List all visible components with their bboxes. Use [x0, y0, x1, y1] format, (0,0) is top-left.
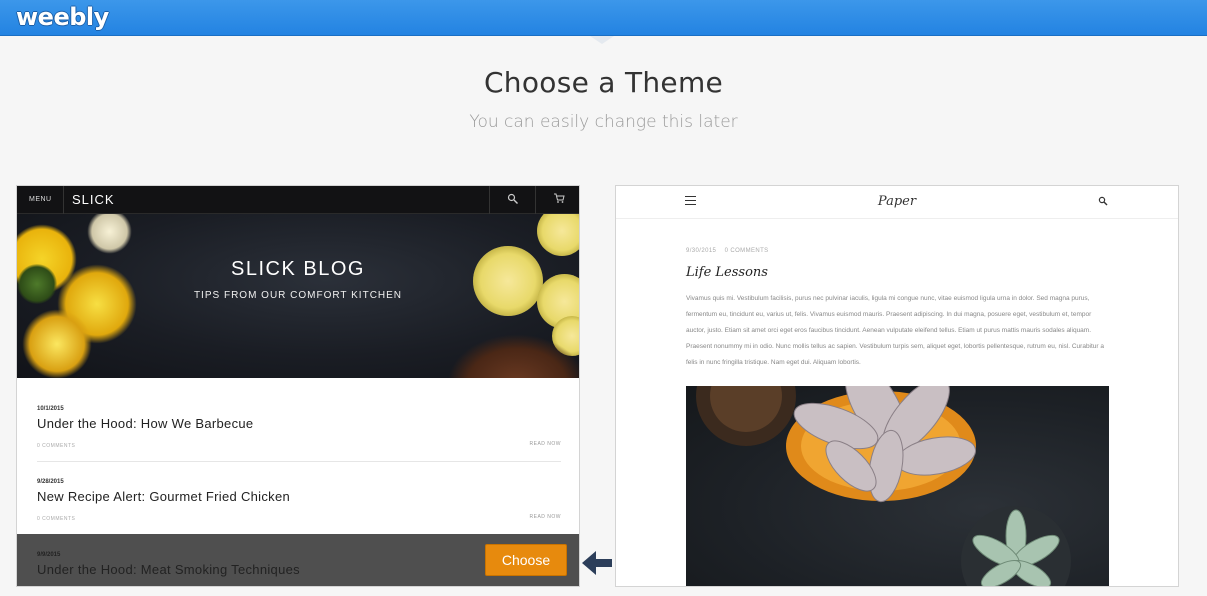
- paper-brand: Paper: [877, 194, 917, 209]
- paper-post-body: Vivamus quis mi. Vestibulum facilisis, p…: [686, 295, 1105, 366]
- page-title: Choose a Theme: [483, 66, 724, 99]
- weebly-logo[interactable]: weebly: [16, 3, 109, 31]
- slick-hero-subtitle: TIPS FROM OUR COMFORT KITCHEN: [193, 290, 403, 301]
- flower-image: [22, 309, 92, 378]
- slick-brand: SLICK: [72, 192, 115, 207]
- succulent-image: [686, 386, 1109, 586]
- search-icon: [507, 193, 519, 208]
- search-icon: [1098, 196, 1108, 208]
- slick-hero-image: SLICK BLOG TIPS FROM OUR COMFORT KITCHEN: [17, 214, 579, 378]
- post-comments: 0 COMMENTS: [724, 248, 769, 254]
- blog-post-item: 10/1/2015 Under the Hood: How We Barbecu…: [37, 406, 561, 449]
- page-subtitle: You can easily change this later: [469, 112, 738, 132]
- paper-post-meta: 9/30/2015 0 COMMENTS: [686, 248, 769, 254]
- theme-card-paper[interactable]: Paper 9/30/2015 0 COMMENTS Life Lessons …: [615, 185, 1179, 587]
- top-bar: weebly: [0, 0, 1207, 36]
- lemon-slice-image: [473, 246, 543, 316]
- nav-divider: [489, 186, 490, 214]
- choose-theme-button[interactable]: Choose: [485, 544, 567, 576]
- post-date: 10/1/2015: [37, 406, 64, 412]
- paper-post-title: Life Lessons: [686, 265, 768, 280]
- slick-nav-bar: MENU SLICK: [17, 186, 579, 214]
- blog-post-item: 9/28/2015 New Recipe Alert: Gourmet Frie…: [37, 479, 561, 522]
- flower-image: [87, 214, 132, 254]
- blog-post-item: 9/9/2015 Under the Hood: Meat Smoking Te…: [37, 552, 561, 577]
- lemon-slice-image: [537, 214, 579, 256]
- post-read-more: READ NOW: [529, 441, 561, 447]
- post-date: 9/9/2015: [37, 552, 61, 558]
- nav-divider: [63, 186, 64, 214]
- theme-card-slick[interactable]: MENU SLICK SLICK BLOG TIPS FROM OUR COMF…: [16, 185, 580, 587]
- post-date: 9/28/2015: [37, 479, 64, 485]
- choose-overlay: 9/9/2015 Under the Hood: Meat Smoking Te…: [17, 534, 579, 586]
- post-comments: 0 COMMENTS: [37, 516, 76, 522]
- header-notch: [590, 36, 614, 44]
- slick-hero-title: SLICK BLOG: [231, 258, 365, 280]
- post-title: Under the Hood: Meat Smoking Techniques: [37, 562, 300, 577]
- post-read-more: READ NOW: [529, 514, 561, 520]
- post-title: New Recipe Alert: Gourmet Fried Chicken: [37, 489, 291, 504]
- paper-nav-bar: Paper: [616, 186, 1178, 219]
- cart-icon: [553, 192, 565, 207]
- slick-menu-label: MENU: [29, 196, 52, 203]
- nav-divider: [535, 186, 536, 214]
- post-comments: 0 COMMENTS: [37, 443, 76, 449]
- post-divider: [37, 461, 561, 462]
- post-title: Under the Hood: How We Barbecue: [37, 416, 254, 431]
- post-date: 9/30/2015: [686, 248, 717, 254]
